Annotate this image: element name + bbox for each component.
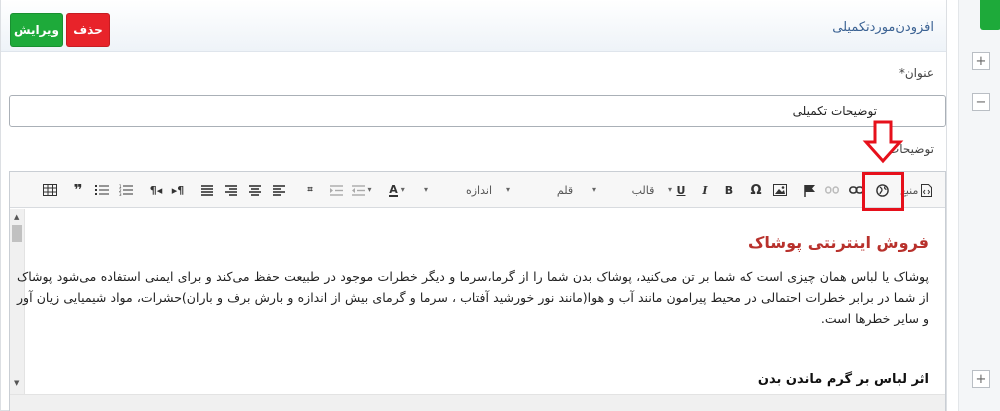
text-color-icon[interactable]: A ▾ [382,181,412,199]
title-input[interactable]: توضیحات تکمیلی [9,95,946,127]
indent-icon[interactable] [328,181,344,199]
paste-format-icon[interactable]: ⌗ [302,181,318,199]
editor-toolbar: ❞ 123 ¶◂ ▸¶ ⌗ ▾ A ▾ ▾ ▾ اندازه ▾ قلم ▾ ق… [10,172,945,208]
add-button[interactable]: + [972,52,990,70]
align-center-icon[interactable] [248,181,262,199]
svg-text:3: 3 [119,192,122,196]
annotation-highlight-box [862,172,904,211]
format-dropdown[interactable]: قالب [628,181,658,199]
add-bottom-button[interactable]: + [972,370,990,388]
document-paragraph: پوشاک یا لباس همان چیزی است که شما بر تن… [17,269,929,326]
source-icon[interactable] [918,181,934,199]
title-label: عنوان* [898,66,934,80]
align-left-icon[interactable] [272,181,286,199]
special-char-icon[interactable]: Ω [748,181,764,199]
scroll-thumb[interactable] [12,225,22,242]
sidebar-active-tab[interactable] [980,0,1000,30]
unlink-icon[interactable] [824,181,840,199]
ltr-direction-icon[interactable]: ▸¶ [170,181,186,199]
font-dropdown[interactable]: قلم [548,181,582,199]
size-dropdown-arrow-icon[interactable]: ▾ [504,181,512,199]
align-right-icon[interactable] [224,181,238,199]
document-heading: فروش اینترنتی پوشاک [748,233,929,252]
remove-button[interactable]: − [972,93,990,111]
italic-icon[interactable]: I [698,181,712,199]
panel-title: افزودن‌موردتکمیلی [832,20,934,35]
image-icon[interactable] [772,181,788,199]
align-justify-icon[interactable] [200,181,214,199]
font-dropdown-arrow-icon[interactable]: ▾ [590,181,598,199]
table-icon[interactable] [42,181,58,199]
bg-color-dropdown-icon[interactable]: ▾ [422,181,430,199]
edit-button[interactable]: ویرایش [10,13,63,47]
scroll-up-icon[interactable]: ▲ [14,213,19,221]
format-dropdown-arrow-icon[interactable]: ▾ [666,181,674,199]
annotation-arrow-icon [862,120,904,164]
rich-text-editor: ❞ 123 ¶◂ ▸¶ ⌗ ▾ A ▾ ▾ ▾ اندازه ▾ قلم ▾ ق… [9,171,946,411]
anchor-flag-icon[interactable] [802,181,818,199]
outdent-icon[interactable]: ▾ [350,181,374,199]
rtl-direction-icon[interactable]: ¶◂ [148,181,164,199]
list-numbered-icon[interactable]: 123 [118,181,134,199]
panel-header: ویرایش حذف افزودن‌موردتکمیلی [1,0,946,52]
editor-content-area[interactable]: ▲ ▼ فروش اینترنتی پوشاک پوشاک یا لباس هم… [10,209,945,411]
underline-icon[interactable]: U [674,181,688,199]
delete-button[interactable]: حذف [66,13,110,47]
scroll-down-icon[interactable]: ▼ [14,379,19,387]
list-bulleted-icon[interactable] [94,181,110,199]
supplementary-panel: ویرایش حذف افزودن‌موردتکمیلی عنوان* توضی… [0,0,947,411]
blockquote-icon[interactable]: ❞ [70,181,86,199]
horizontal-scrollbar[interactable] [10,394,945,411]
size-dropdown[interactable]: اندازه [462,181,496,199]
right-sidebar: + − + [958,0,1000,411]
document-subheading: اثر لباس بر گرم ماندن بدن [757,372,929,387]
bold-icon[interactable]: B [722,181,736,199]
